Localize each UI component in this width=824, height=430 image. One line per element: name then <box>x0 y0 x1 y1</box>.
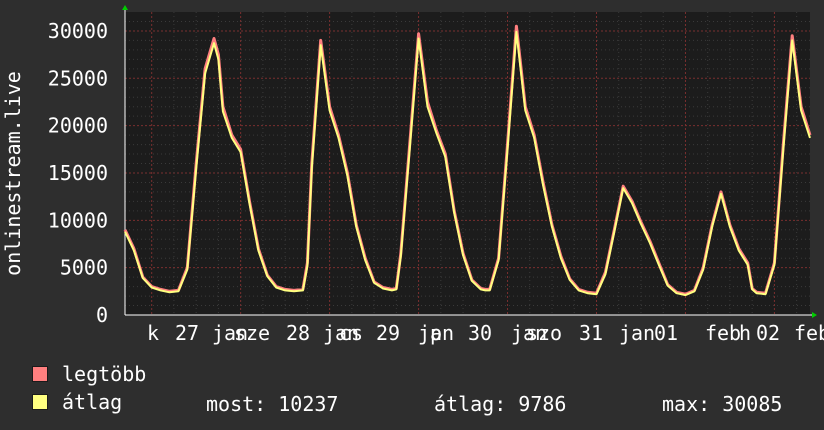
stat-atlag-label: átlag: <box>434 392 507 416</box>
x-tick-label: 30 <box>468 321 492 345</box>
x-tick-label: jan <box>619 321 655 345</box>
x-tick-label: cs <box>339 321 363 345</box>
y-tick-label: 5000 <box>60 256 108 280</box>
x-tick-label: 27 <box>175 321 199 345</box>
legend-item-atlag: átlag <box>32 392 122 412</box>
y-axis-label: onlinestream.live <box>1 71 25 276</box>
y-tick-label: 10000 <box>48 208 108 232</box>
legend-label-atlag: átlag <box>62 390 123 414</box>
x-tick-label: szo <box>526 321 562 345</box>
x-tick-label: k <box>147 321 159 345</box>
stat-most-label: most: <box>206 392 267 416</box>
y-tick-label: 20000 <box>48 114 108 138</box>
y-tick-label: 15000 <box>48 161 108 185</box>
x-tick-label: sze <box>234 321 270 345</box>
x-tick-label: feb <box>705 321 741 345</box>
stat-atlag-value: 9786 <box>518 392 567 416</box>
legend-label-legtobb: legtöbb <box>62 362 147 386</box>
stat-atlag: átlag: 9786 <box>434 392 566 416</box>
y-tick-label: 25000 <box>48 66 108 90</box>
x-tick-label: feb <box>794 321 824 345</box>
x-tick-label: h <box>739 321 751 345</box>
y-axis-arrow <box>122 5 128 10</box>
stat-max: max: 30085 <box>662 392 782 416</box>
y-tick-labels: 0 5000 10000 15000 20000 25000 30000 <box>48 19 108 327</box>
x-tick-label: p <box>430 321 442 345</box>
x-tick-label: 29 <box>376 321 400 345</box>
x-tick-label: 01 <box>654 321 678 345</box>
x-axis-arrow <box>812 312 817 318</box>
x-tick-label: 28 <box>286 321 310 345</box>
stat-most: most: 10237 <box>206 392 338 416</box>
x-tick-label: 02 <box>756 321 780 345</box>
x-tick-label: 31 <box>579 321 603 345</box>
y-tick-label: 0 <box>96 303 108 327</box>
y-tick-label: 30000 <box>48 19 108 43</box>
legend-swatch-legtobb <box>32 366 48 382</box>
stat-most-value: 10237 <box>278 392 339 416</box>
legend-swatch-atlag <box>32 394 48 410</box>
stat-max-label: max: <box>662 392 711 416</box>
legend-item-legtobb: legtöbb <box>32 364 146 384</box>
stat-max-value: 30085 <box>722 392 783 416</box>
x-tick-labels: k 27 jansze 28 jancs 29 janp 30 janszo 31 jan01 feb… <box>147 321 824 345</box>
